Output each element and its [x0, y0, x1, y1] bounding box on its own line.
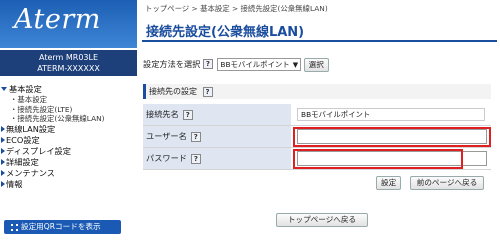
model-name: Aterm MR03LE: [38, 53, 99, 62]
help-icon[interactable]: ?: [202, 59, 213, 69]
chevron-down-icon: ▼: [292, 60, 299, 69]
breadcrumb[interactable]: トップページ > 基本設定 > 接続先設定(公衆無線LAN): [145, 3, 328, 14]
select-button[interactable]: 選択: [303, 57, 329, 72]
collapsed-arrow-icon: [1, 147, 5, 154]
username-label-cell: ユーザー名?: [143, 126, 291, 147]
collapsed-arrow-icon: [1, 169, 5, 176]
help-icon[interactable]: ?: [190, 131, 201, 142]
sidebar-menu: 基本設定 ・基本設定 ・接続先設定(LTE) ・接続先設定(公衆無線LAN) 無…: [0, 84, 137, 190]
name-label: 接続先名: [146, 109, 179, 119]
password-label-cell: パスワード?: [143, 148, 291, 169]
expanded-arrow-icon: [1, 87, 7, 91]
sidebar-item-maintenance[interactable]: メンテナンス: [0, 168, 137, 179]
help-icon[interactable]: ?: [202, 86, 213, 97]
logo-panel: Aterm: [0, 0, 137, 48]
section-header: 接続先の設定 ?: [143, 84, 491, 99]
model-panel: Aterm MR03LE ATERM-XXXXXX: [0, 50, 137, 76]
sidebar-subitem-public-wlan[interactable]: ・接続先設定(公衆無線LAN): [0, 114, 137, 124]
collapsed-arrow-icon: [1, 180, 5, 187]
qr-code-icon: [8, 221, 18, 231]
section-title: 接続先の設定: [149, 87, 197, 96]
help-icon[interactable]: ?: [182, 109, 193, 120]
method-label: 設定方法を選択: [143, 59, 201, 69]
connection-name-field: BBモバイルポイント: [297, 108, 485, 121]
form-row-name: 接続先名? BBモバイルポイント: [143, 104, 491, 126]
sidebar-item-basic-settings[interactable]: 基本設定: [0, 84, 137, 95]
main-content: トップページ > 基本設定 > 接続先設定(公衆無線LAN) 接続先設定(公衆無…: [140, 0, 500, 243]
collapsed-arrow-icon: [1, 158, 5, 165]
page-title: 接続先設定(公衆無線LAN): [146, 25, 305, 40]
method-select[interactable]: BBモバイルポイント ▼: [217, 57, 302, 71]
sidebar-subitem-lte[interactable]: ・接続先設定(LTE): [0, 105, 137, 115]
back-to-top-button[interactable]: トップページへ戻る: [276, 213, 368, 227]
collapsed-arrow-icon: [1, 136, 5, 143]
sidebar-subitem-basic[interactable]: ・基本設定: [0, 95, 137, 105]
back-button[interactable]: 前のページへ戻る: [409, 176, 485, 190]
title-bar: 接続先設定(公衆無線LAN): [142, 17, 497, 42]
collapsed-arrow-icon: [1, 125, 5, 132]
show-qr-code-button[interactable]: 設定用QRコードを表示: [4, 220, 121, 234]
help-icon[interactable]: ?: [190, 153, 201, 164]
set-button[interactable]: 設定: [376, 176, 402, 190]
name-value-cell: BBモバイルポイント: [293, 104, 491, 125]
sidebar-item-wireless-lan[interactable]: 無線LAN設定: [0, 124, 137, 135]
aterm-logo: Aterm: [14, 4, 101, 35]
device-id: ATERM-XXXXXX: [37, 64, 100, 73]
sidebar-item-advanced[interactable]: 詳細設定: [0, 157, 137, 168]
username-highlight-box: [293, 127, 491, 147]
sidebar-item-info[interactable]: 情報: [0, 179, 137, 190]
username-label: ユーザー名: [146, 131, 187, 141]
method-row: 設定方法を選択 ? BBモバイルポイント ▼ 選択: [143, 57, 329, 72]
password-label: パスワード: [146, 153, 187, 163]
sidebar-item-eco[interactable]: ECO設定: [0, 135, 137, 146]
form-actions: 設定 前のページへ戻る: [376, 176, 485, 190]
sidebar: Aterm Aterm MR03LE ATERM-XXXXXX 基本設定 ・基本…: [0, 0, 137, 243]
name-label-cell: 接続先名?: [143, 104, 291, 125]
password-highlight-box: [293, 149, 463, 169]
sidebar-item-display[interactable]: ディスプレイ設定: [0, 146, 137, 157]
